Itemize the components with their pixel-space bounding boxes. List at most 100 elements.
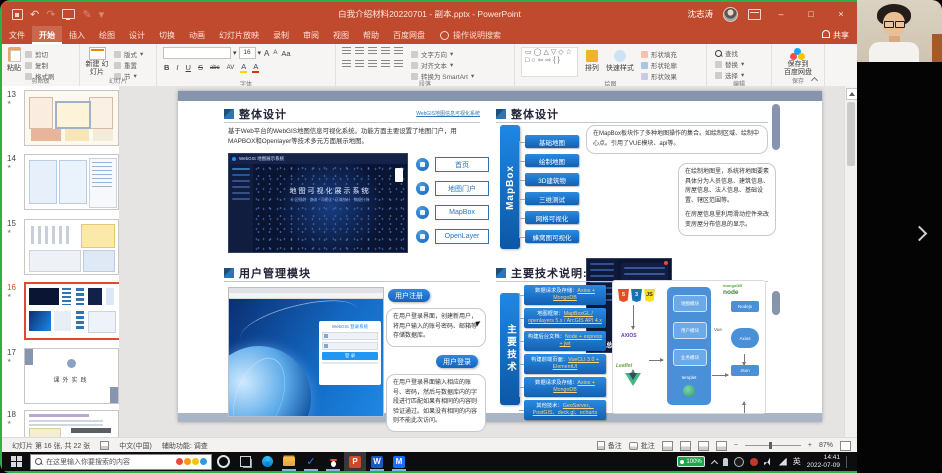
nav-button[interactable]: OpenLayer bbox=[435, 229, 489, 244]
input-language[interactable]: 英 bbox=[793, 456, 801, 467]
layout-button[interactable]: 版式▾ bbox=[114, 49, 143, 59]
panel-expand-chevron-icon[interactable] bbox=[912, 226, 926, 240]
slideshow-icon[interactable] bbox=[62, 9, 75, 19]
battery-indicator[interactable]: 100% bbox=[677, 456, 704, 467]
zoom-slider[interactable] bbox=[745, 445, 801, 446]
hidden-icons-chevron[interactable] bbox=[711, 459, 717, 465]
ribbon-tab[interactable]: 文件 bbox=[2, 26, 32, 44]
increase-indent-icon[interactable] bbox=[381, 47, 390, 55]
replace-button[interactable]: 替换▾ bbox=[715, 59, 771, 69]
align-center-icon[interactable] bbox=[355, 60, 364, 68]
nav-button[interactable]: 首页 bbox=[435, 157, 489, 172]
zoom-percent[interactable]: 87% bbox=[819, 442, 833, 449]
speaker-icon[interactable] bbox=[764, 458, 773, 466]
language-indicator[interactable]: 中文(中国) bbox=[119, 441, 152, 451]
comments-button[interactable]: 批注 bbox=[629, 441, 655, 451]
slideshow-view-button[interactable] bbox=[716, 441, 727, 451]
zoom-in-button[interactable]: + bbox=[808, 442, 812, 449]
align-right-icon[interactable] bbox=[368, 60, 377, 68]
ribbon-tab[interactable]: 切换 bbox=[152, 26, 182, 44]
accessibility-status[interactable]: 辅助功能: 调查 bbox=[162, 441, 208, 451]
reset-button[interactable]: 重置 bbox=[114, 60, 143, 70]
scroll-up-button[interactable] bbox=[846, 88, 857, 100]
slide-thumbnail-17[interactable]: 课外实践 bbox=[24, 348, 119, 404]
qq-icon[interactable] bbox=[322, 452, 344, 471]
line-spacing-icon[interactable] bbox=[394, 47, 403, 55]
edge-browser-icon[interactable] bbox=[256, 452, 278, 471]
italic-button[interactable]: I bbox=[175, 63, 179, 72]
show-desktop-button[interactable] bbox=[846, 456, 853, 468]
cortana-button[interactable] bbox=[212, 452, 234, 471]
ribbon-tab[interactable]: 幻灯片放映 bbox=[212, 26, 266, 44]
highlight-color-button[interactable]: A bbox=[240, 62, 247, 73]
notification-icon[interactable] bbox=[750, 458, 758, 466]
microphone-icon[interactable] bbox=[723, 458, 728, 466]
ribbon-tab[interactable]: 插入 bbox=[62, 26, 92, 44]
ribbon-tab[interactable]: 审阅 bbox=[296, 26, 326, 44]
bullets-icon[interactable] bbox=[342, 47, 351, 55]
ribbon-tab[interactable]: 设计 bbox=[122, 26, 152, 44]
font-name-input[interactable] bbox=[163, 47, 231, 59]
scrollbar-thumb[interactable] bbox=[847, 102, 855, 166]
slide-16[interactable]: 整体设计 WebGIS地图信息可视化系统 基于Web平台的WebGIS地图信息可… bbox=[178, 91, 822, 422]
numbering-icon[interactable] bbox=[355, 47, 364, 55]
shape-fill-button[interactable]: 形状填充 bbox=[641, 49, 677, 59]
slide-thumbnail-13[interactable] bbox=[24, 90, 119, 146]
clear-formatting-button[interactable]: Aa bbox=[280, 49, 291, 58]
shrink-font-button[interactable]: A bbox=[272, 50, 278, 56]
nav-button[interactable]: MapBox bbox=[435, 205, 489, 220]
qq-tray-icon[interactable] bbox=[734, 457, 744, 467]
zoom-out-button[interactable]: − bbox=[734, 442, 738, 449]
shape-outline-button[interactable]: 形状轮廓 bbox=[641, 60, 677, 70]
avatar[interactable] bbox=[723, 7, 738, 22]
ribbon-display-options-icon[interactable] bbox=[748, 9, 761, 20]
pen-icon[interactable]: ✎ bbox=[82, 8, 91, 21]
ribbon-tab[interactable]: 百度网盘 bbox=[386, 26, 432, 44]
underline-button[interactable]: U bbox=[185, 63, 192, 72]
bold-button[interactable]: B bbox=[163, 63, 170, 72]
save-icon[interactable] bbox=[12, 9, 23, 20]
clear-button[interactable]: abc bbox=[209, 65, 221, 71]
proofing-icon[interactable] bbox=[100, 441, 109, 450]
strikethrough-button[interactable]: S bbox=[197, 63, 204, 72]
grow-font-button[interactable]: A bbox=[263, 49, 270, 58]
ribbon-tab[interactable]: 录制 bbox=[266, 26, 296, 44]
file-explorer-icon[interactable] bbox=[278, 452, 300, 471]
shapes-gallery[interactable]: ▭◯△▽◇☆ □○⇦⇨{} bbox=[521, 47, 578, 77]
ribbon-tab[interactable]: 帮助 bbox=[356, 26, 386, 44]
decrease-indent-icon[interactable] bbox=[368, 47, 377, 55]
slide-thumbnail-15[interactable] bbox=[24, 219, 119, 275]
account-user-name[interactable]: 沈志涛 bbox=[687, 8, 713, 20]
save-to-baidu-button[interactable]: 保存到百度网盘 bbox=[772, 44, 824, 78]
copy-button[interactable]: 复制 bbox=[25, 60, 55, 70]
undo-button[interactable]: ↶ bbox=[30, 8, 39, 21]
font-color-button[interactable]: A bbox=[252, 62, 259, 73]
meeting-app-icon[interactable]: M bbox=[388, 452, 410, 471]
slide-sorter-view-button[interactable] bbox=[680, 441, 691, 451]
clock[interactable]: 14:412022-07-09 bbox=[807, 454, 840, 470]
qat-customize-icon[interactable]: ▾ bbox=[99, 8, 105, 21]
font-size-input[interactable]: 16 bbox=[239, 47, 256, 59]
powerpoint-icon[interactable]: P bbox=[344, 452, 366, 471]
close-button[interactable]: × bbox=[831, 9, 851, 19]
nav-button[interactable]: 地图门户 bbox=[435, 181, 489, 196]
align-left-icon[interactable] bbox=[342, 60, 351, 68]
check-app-icon[interactable]: ✓ bbox=[300, 452, 322, 471]
ribbon-tab[interactable]: 视图 bbox=[326, 26, 356, 44]
word-icon[interactable]: W bbox=[366, 452, 388, 471]
network-icon[interactable] bbox=[779, 458, 787, 466]
collapse-ribbon-icon[interactable] bbox=[811, 76, 818, 83]
maximize-button[interactable]: □ bbox=[801, 9, 821, 19]
zoom-slider-thumb[interactable] bbox=[769, 442, 772, 449]
text-direction-button[interactable]: 文字方向▾ bbox=[411, 49, 474, 59]
vertical-scrollbar[interactable] bbox=[844, 86, 857, 437]
ribbon-tab[interactable]: 绘图 bbox=[92, 26, 122, 44]
start-button[interactable] bbox=[11, 456, 22, 467]
slide-thumbnail-18[interactable] bbox=[24, 410, 119, 437]
slide-thumbnail-16-selected[interactable] bbox=[24, 282, 120, 340]
find-button[interactable]: 查找 bbox=[715, 48, 771, 58]
reading-view-button[interactable] bbox=[698, 441, 709, 451]
slide-thumbnail-14[interactable] bbox=[24, 154, 119, 210]
cut-button[interactable]: 剪切 bbox=[25, 49, 55, 59]
taskbar-search-input[interactable]: 在这里输入你要搜索的内容 bbox=[30, 454, 212, 470]
